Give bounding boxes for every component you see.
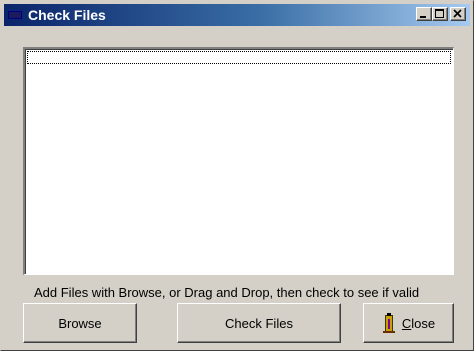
close-window-button[interactable] bbox=[450, 7, 466, 21]
door-exit-icon bbox=[382, 313, 395, 333]
browse-label: Browse bbox=[58, 315, 102, 331]
browse-button[interactable]: Browse bbox=[23, 303, 137, 343]
file-list[interactable] bbox=[23, 47, 454, 275]
check-files-window: Check Files Add Files with Browse, or Dr… bbox=[0, 0, 474, 351]
close-icon bbox=[453, 9, 462, 18]
minimize-button[interactable] bbox=[416, 7, 432, 21]
app-icon bbox=[8, 11, 22, 19]
focused-row[interactable] bbox=[27, 51, 451, 64]
hint-label: Add Files with Browse, or Drag and Drop,… bbox=[34, 285, 420, 300]
maximize-button[interactable] bbox=[432, 7, 448, 21]
check-files-button[interactable]: Check Files bbox=[177, 303, 341, 343]
maximize-icon bbox=[435, 9, 444, 18]
check-files-label: Check Files bbox=[225, 315, 293, 331]
minimize-icon bbox=[420, 16, 426, 18]
window-title: Check Files bbox=[28, 7, 106, 23]
close-label: Close bbox=[401, 315, 436, 331]
title-bar[interactable]: Check Files bbox=[4, 4, 470, 26]
close-button[interactable]: Close bbox=[363, 303, 454, 343]
